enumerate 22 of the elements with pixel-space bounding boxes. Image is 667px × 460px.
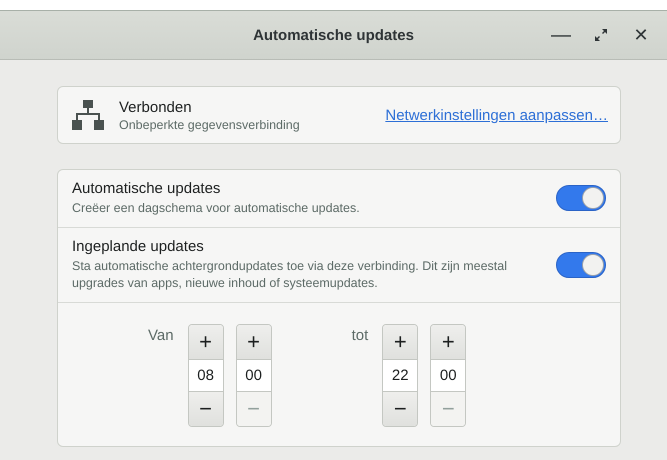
setting-description: Creëer een dagschema voor automatische updates.: [72, 200, 361, 217]
setting-title: Ingeplande updates: [72, 238, 205, 255]
network-icon: [72, 100, 104, 130]
decrement-button[interactable]: −: [188, 392, 223, 426]
minimize-button[interactable]: —: [543, 18, 579, 52]
setting-description: Sta automatische achtergrondupdates toe via deze verbinding. Dit zijn meestal upgrades van apps, nieuwe inhoud of systeemupdates.: [72, 258, 508, 292]
connection-type: Onbeperkte gegevensverbinding: [119, 118, 300, 132]
toggle-switch[interactable]: [556, 252, 606, 278]
network-settings-link[interactable]: Netwerkinstellingen aanpassen…: [385, 106, 608, 124]
time-label: tot: [352, 326, 368, 344]
close-button[interactable]: ✕: [623, 18, 659, 52]
increment-button[interactable]: +: [383, 324, 418, 359]
expand-icon: [594, 28, 608, 42]
window-title: Automatische updates: [253, 26, 414, 44]
increment-button[interactable]: +: [188, 324, 223, 359]
time-label: Van: [148, 326, 174, 344]
increment-button[interactable]: +: [431, 324, 466, 359]
toggle-switch[interactable]: [556, 185, 606, 212]
setting-title: Automatische updates: [72, 180, 222, 197]
decrement-button[interactable]: −: [383, 392, 418, 426]
increment-button[interactable]: +: [236, 324, 271, 359]
connection-status: Verbonden: [119, 98, 193, 116]
